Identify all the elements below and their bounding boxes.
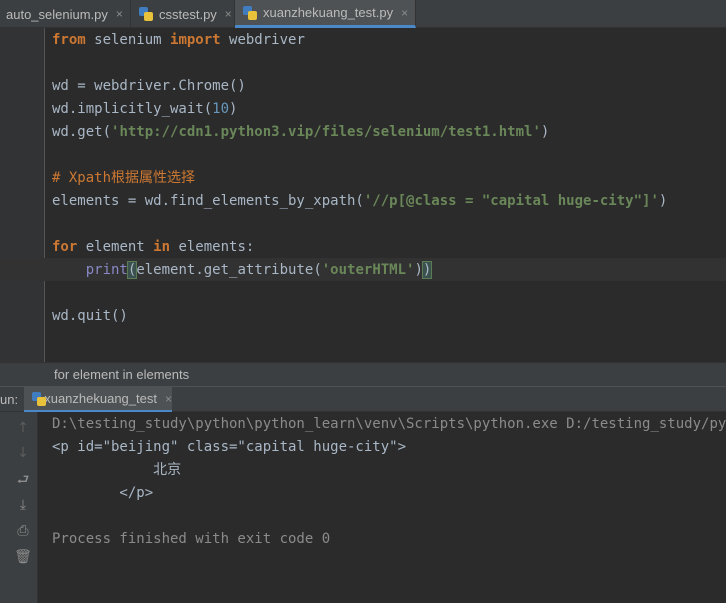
run-tool-window-header: un: xuanzhekuang_test × xyxy=(0,386,726,413)
python-file-icon xyxy=(243,5,257,20)
line-gutter xyxy=(0,28,45,362)
code-line-9: wd.quit() xyxy=(52,308,128,324)
code-line-3: wd.implicitly_wait(10) xyxy=(52,101,238,117)
run-console: ↑ ↓ ⮐ ⤓ ⎙ 🗑 D:\testing_study\python\pyth… xyxy=(0,412,726,603)
tab-csstest[interactable]: csstest.py × xyxy=(131,0,235,28)
editor-tab-bar: auto_selenium.py × csstest.py × xuanzhek… xyxy=(0,0,726,28)
console-line-exit: Process finished with exit code 0 xyxy=(52,531,331,547)
scroll-to-end-icon[interactable]: ⤓ xyxy=(12,495,34,515)
arrow-up-icon[interactable]: ↑ xyxy=(12,418,34,438)
close-icon[interactable]: × xyxy=(165,392,172,406)
code-line-8: print(element.get_attribute('outerHTML')… xyxy=(85,261,433,279)
arrow-down-icon[interactable]: ↓ xyxy=(12,443,34,463)
python-file-icon xyxy=(139,7,153,21)
code-line-6: elements = wd.find_elements_by_xpath('//… xyxy=(52,193,668,209)
console-line-output: <p id="beijing" class="capital huge-city… xyxy=(52,439,407,455)
code-editor[interactable]: from selenium import webdriver wd = webd… xyxy=(0,28,726,362)
tab-auto-selenium[interactable]: auto_selenium.py × xyxy=(0,0,131,28)
close-icon[interactable]: × xyxy=(225,7,232,21)
tab-label: auto_selenium.py xyxy=(6,6,108,22)
run-tab[interactable]: xuanzhekuang_test × xyxy=(24,387,172,413)
code-line-5: # Xpath根据属性选择 xyxy=(52,170,196,186)
print-icon[interactable]: ⎙ xyxy=(12,521,34,541)
trash-icon[interactable]: 🗑 xyxy=(12,547,34,567)
run-label: un: xyxy=(0,392,19,407)
close-icon[interactable]: × xyxy=(116,7,123,21)
code-line-7: for element in elements: xyxy=(52,239,255,255)
tab-label: xuanzhekuang_test.py xyxy=(263,5,394,20)
code-line-1: from selenium import webdriver xyxy=(52,32,305,48)
close-icon[interactable]: × xyxy=(401,6,408,20)
console-line-command: D:\testing_study\python\python_learn\ven… xyxy=(52,416,726,432)
python-file-icon xyxy=(32,391,46,406)
console-line-output: </p> xyxy=(52,485,154,501)
tab-label: csstest.py xyxy=(159,6,217,22)
run-tab-label: xuanzhekuang_test xyxy=(44,391,157,406)
run-toolbar: ↑ ↓ ⮐ ⤓ ⎙ 🗑 xyxy=(0,412,38,603)
tab-xuanzhekuang-test[interactable]: xuanzhekuang_test.py × xyxy=(235,0,416,28)
console-line-output: 北京 xyxy=(52,462,182,478)
soft-wrap-icon[interactable]: ⮐ xyxy=(12,470,34,490)
code-line-2: wd = webdriver.Chrome() xyxy=(52,78,246,94)
breadcrumb[interactable]: for element in elements xyxy=(0,362,726,386)
code-line-4: wd.get('http://cdn1.python3.vip/files/se… xyxy=(52,124,550,140)
